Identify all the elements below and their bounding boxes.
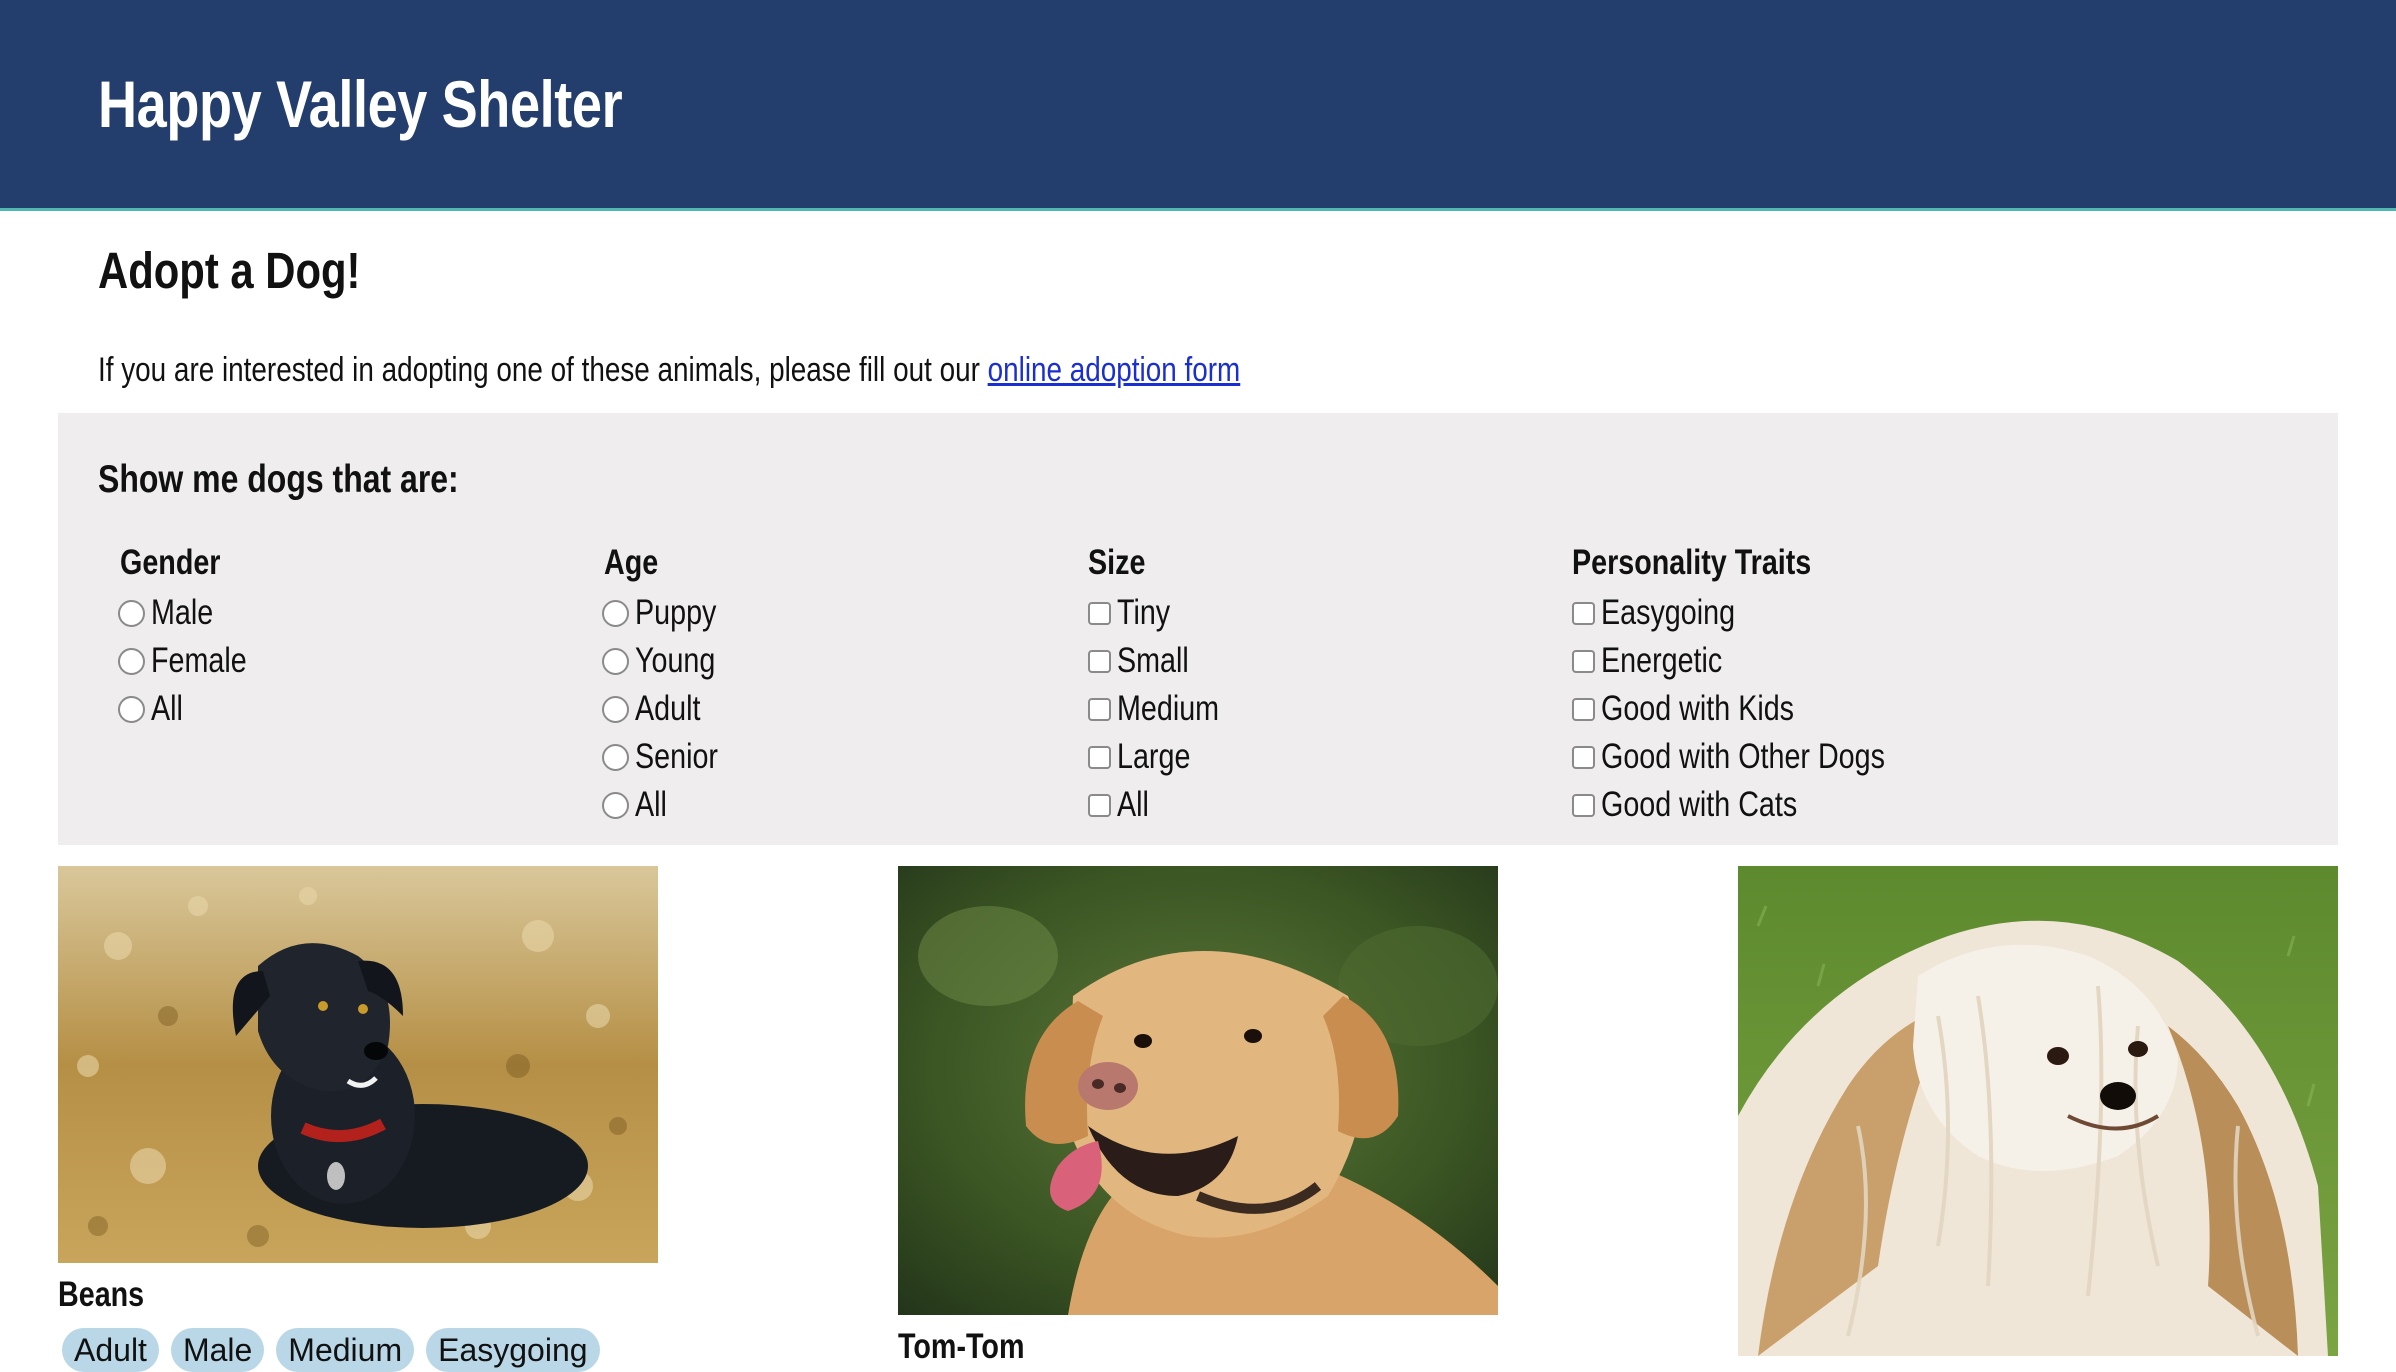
option-label-adult: Adult [635,689,701,728]
intro-text: If you are interested in adopting one of… [98,347,1240,393]
checkbox-tiny[interactable] [1088,601,1111,625]
filter-group-personality: Personality Traits Easygoing Energetic G… [1560,539,2020,829]
checkbox-option-easygoing[interactable]: Easygoing [1560,589,2020,637]
radio-male[interactable] [118,599,145,627]
checkbox-option-good-with-cats[interactable]: Good with Cats [1560,781,2020,829]
radio-puppy[interactable] [602,599,629,627]
checkbox-size-all[interactable] [1088,793,1111,817]
radio-gender-all[interactable] [118,695,145,723]
checkbox-good-with-cats[interactable] [1572,793,1595,817]
checkbox-option-good-with-dogs[interactable]: Good with Other Dogs [1560,733,2020,781]
option-label-medium: Medium [1117,689,1220,728]
option-label-male: Male [151,593,214,632]
radio-option-adult[interactable]: Adult [592,685,1052,733]
option-label-large: Large [1117,737,1191,776]
checkbox-option-tiny[interactable]: Tiny [1076,589,1536,637]
option-label-small: Small [1117,641,1189,680]
radio-young[interactable] [602,647,629,675]
checkbox-easygoing[interactable] [1572,601,1595,625]
filter-group-age: Age Puppy Young Adult Senior All [592,539,1052,829]
filter-title-size: Size [1088,543,1146,582]
adoption-form-link[interactable]: online adoption form [988,351,1241,389]
radio-senior[interactable] [602,743,629,771]
option-label-tiny: Tiny [1117,593,1171,632]
radio-age-all[interactable] [602,791,629,819]
checkbox-large[interactable] [1088,745,1111,769]
option-label-young: Young [635,641,716,680]
checkbox-option-medium[interactable]: Medium [1076,685,1536,733]
dog-photo-beans[interactable] [58,866,658,1263]
radio-option-male[interactable]: Male [108,589,568,637]
tag-size: Medium [276,1328,415,1372]
dog-photo-tom-tom[interactable] [898,866,1498,1315]
checkbox-energetic[interactable] [1572,649,1595,673]
option-label-age-all: All [635,785,667,824]
site-title: Happy Valley Shelter [98,67,623,141]
radio-option-young[interactable]: Young [592,637,1052,685]
checkbox-good-with-kids[interactable] [1572,697,1595,721]
option-label-energetic: Energetic [1601,641,1723,680]
filter-title-personality: Personality Traits [1572,543,1812,582]
option-label-good-with-cats: Good with Cats [1601,785,1798,824]
option-label-female: Female [151,641,247,680]
filter-group-size: Size Tiny Small Medium Large All [1076,539,1536,829]
checkbox-option-size-all[interactable]: All [1076,781,1536,829]
radio-option-female[interactable]: Female [108,637,568,685]
dog-photo-golden-labrador-icon [898,866,1498,1315]
checkbox-option-large[interactable]: Large [1076,733,1536,781]
dog-name-beans[interactable]: Beans [58,1273,144,1317]
radio-option-age-all[interactable]: All [592,781,1052,829]
dog-photo-3[interactable] [1738,866,2338,1356]
radio-option-puppy[interactable]: Puppy [592,589,1052,637]
option-label-easygoing: Easygoing [1601,593,1736,632]
tag-age: Adult [62,1328,159,1372]
option-label-size-all: All [1117,785,1149,824]
tag-personality: Easygoing [426,1328,600,1372]
intro-sentence: If you are interested in adopting one of… [98,351,988,389]
dog-name-tom-tom[interactable]: Tom-Tom [898,1325,1024,1369]
option-label-gender-all: All [151,689,183,728]
option-label-senior: Senior [635,737,718,776]
radio-female[interactable] [118,647,145,675]
page-title: Adopt a Dog! [98,242,361,299]
filter-group-gender: Gender Male Female All [108,539,568,733]
checkbox-small[interactable] [1088,649,1111,673]
filter-title-age: Age [604,543,659,582]
checkbox-option-small[interactable]: Small [1076,637,1536,685]
dog-photo-black-terrier-icon [58,866,658,1263]
dog-tags-beans: Adult Male Medium Easygoing [62,1328,600,1372]
filter-title-gender: Gender [120,543,221,582]
filter-panel: Show me dogs that are: Gender Male Femal… [58,413,2338,845]
dog-photo-shih-tzu-icon [1738,866,2338,1356]
checkbox-option-energetic[interactable]: Energetic [1560,637,2020,685]
radio-option-gender-all[interactable]: All [108,685,568,733]
option-label-good-with-kids: Good with Kids [1601,689,1795,728]
option-label-puppy: Puppy [635,593,717,632]
radio-adult[interactable] [602,695,629,723]
tag-gender: Male [170,1328,265,1372]
checkbox-medium[interactable] [1088,697,1111,721]
site-header: Happy Valley Shelter [0,0,2396,211]
radio-option-senior[interactable]: Senior [592,733,1052,781]
checkbox-good-with-dogs[interactable] [1572,745,1595,769]
checkbox-option-good-with-kids[interactable]: Good with Kids [1560,685,2020,733]
option-label-good-with-dogs: Good with Other Dogs [1601,737,1885,776]
filter-heading: Show me dogs that are: [98,458,459,501]
